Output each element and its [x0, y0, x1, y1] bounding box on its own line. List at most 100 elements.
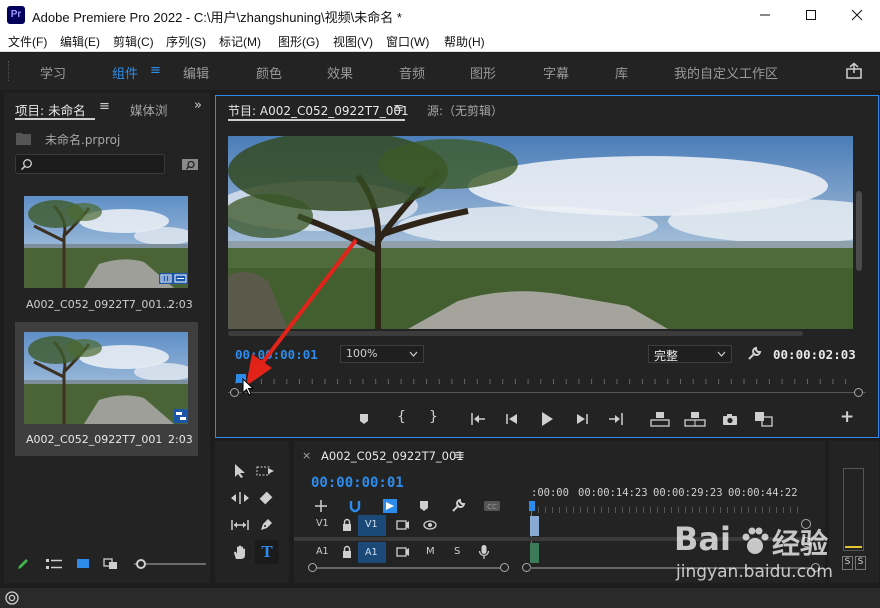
search-input[interactable] [15, 154, 165, 174]
workspace-editing[interactable]: 编辑 [183, 63, 209, 82]
linked-selection-icon[interactable] [382, 498, 398, 514]
freeform-view-icon[interactable] [103, 557, 123, 571]
track-select-tool[interactable] [255, 461, 277, 481]
type-tool[interactable]: T [255, 540, 279, 564]
mute-button[interactable]: M [426, 546, 435, 557]
workspace-menu-icon[interactable]: ≡ [150, 63, 161, 78]
solo-button[interactable]: S [454, 546, 460, 557]
creative-cloud-icon[interactable] [5, 591, 19, 605]
panel-menu-icon[interactable]: ≡ [99, 99, 110, 114]
nest-icon[interactable] [314, 499, 328, 513]
workspace-assembly[interactable]: 组件 [112, 63, 138, 82]
workspace-libraries[interactable]: 库 [615, 63, 628, 82]
tab-project[interactable]: 项目: 未命名 [15, 100, 86, 119]
video-clip[interactable] [530, 516, 539, 536]
pencil-icon[interactable] [15, 556, 31, 572]
lock-icon[interactable] [341, 518, 353, 532]
project-item-selected[interactable]: A002_C052_0922T7_001 2:03 [15, 322, 198, 456]
track-label: A1 [316, 546, 329, 557]
menu-file[interactable]: 文件(F) [8, 33, 47, 50]
menu-view[interactable]: 视图(V) [333, 33, 373, 50]
mark-out-icon[interactable]: } [429, 409, 438, 425]
menu-clip[interactable]: 剪辑(C) [113, 33, 154, 50]
step-back-icon[interactable] [505, 412, 519, 426]
tab-media-browser[interactable]: 媒体浏 [130, 100, 168, 119]
track-target-a1[interactable]: A1 [358, 542, 386, 563]
close-button[interactable] [834, 0, 880, 30]
ripple-edit-tool[interactable] [229, 488, 251, 508]
vertical-scrollbar[interactable] [856, 191, 862, 271]
pen-tool[interactable] [255, 515, 277, 535]
menu-help[interactable]: 帮助(H) [444, 33, 485, 50]
menu-edit[interactable]: 编辑(E) [60, 33, 100, 50]
drag-handle[interactable] [8, 61, 10, 81]
workspace-learn[interactable]: 学习 [40, 63, 66, 82]
workspace-audio[interactable]: 音频 [399, 63, 425, 82]
slip-tool[interactable] [229, 515, 251, 535]
minimize-button[interactable] [742, 0, 788, 30]
sequence-icon [176, 412, 186, 420]
close-tab-icon[interactable]: × [302, 449, 311, 462]
track-target-v1[interactable]: V1 [358, 515, 386, 536]
timeline-timecode[interactable]: 00:00:00:01 [311, 475, 404, 491]
scroll-handle-left[interactable] [308, 563, 317, 572]
menu-sequence[interactable]: 序列(S) [166, 33, 206, 50]
maximize-button[interactable] [788, 0, 834, 30]
more-panels-icon[interactable]: » [194, 98, 202, 113]
quality-select[interactable]: 完整 [648, 345, 732, 363]
hand-tool[interactable] [229, 542, 251, 562]
menu-graphics[interactable]: 图形(G) [278, 33, 319, 50]
marker-icon[interactable] [418, 499, 430, 513]
zoom-slider-handle[interactable] [136, 559, 146, 569]
tab-underline [15, 118, 95, 120]
share-icon[interactable] [845, 62, 863, 80]
hand-icon [234, 545, 245, 559]
go-to-out-icon[interactable] [608, 412, 624, 426]
tab-source[interactable]: 源:（无剪辑） [427, 102, 503, 119]
snap-icon[interactable] [348, 499, 362, 513]
timeline-ruler-ticks[interactable] [531, 507, 801, 513]
selection-tool[interactable] [229, 461, 251, 481]
eye-icon[interactable] [423, 519, 437, 531]
mark-in-icon[interactable]: { [397, 409, 406, 425]
timeline-scroll-left[interactable] [310, 567, 504, 569]
settings-wrench-icon[interactable] [450, 498, 466, 514]
workspace-captions[interactable]: 字幕 [543, 63, 569, 82]
scroll-handle-mid[interactable] [500, 563, 509, 572]
lift-icon[interactable] [650, 411, 670, 427]
zoom-bar-handle-right[interactable] [854, 388, 863, 397]
workspace-effects[interactable]: 效果 [327, 63, 353, 82]
panel-menu-icon[interactable]: ≡ [393, 101, 404, 116]
icon-view-icon[interactable] [75, 557, 91, 571]
workspace-color[interactable]: 颜色 [256, 63, 282, 82]
lock-icon[interactable] [341, 545, 353, 559]
comparison-view-icon[interactable] [754, 411, 774, 427]
menu-marker[interactable]: 标记(M) [219, 33, 261, 50]
add-button[interactable]: + [840, 407, 854, 427]
wrench-icon[interactable] [746, 346, 762, 362]
project-item[interactable]: A002_C052_0922T7_001... 2:03 [15, 187, 198, 319]
add-marker-icon[interactable] [358, 412, 370, 426]
tab-sequence[interactable]: A002_C052_0922T7_001 [321, 449, 464, 463]
sync-lock-icon[interactable] [396, 519, 410, 531]
audio-clip[interactable] [530, 543, 539, 563]
razor-tool[interactable] [255, 488, 277, 508]
camera-icon[interactable] [722, 412, 738, 426]
step-forward-icon[interactable] [575, 412, 589, 426]
sync-lock-icon[interactable] [396, 546, 410, 558]
captions-icon[interactable]: CC [483, 500, 501, 512]
zoom-slider[interactable] [134, 559, 206, 569]
find-bin-icon[interactable] [181, 156, 199, 172]
go-to-in-icon[interactable] [470, 412, 486, 426]
list-view-icon[interactable] [45, 557, 63, 571]
clip-type-badge [159, 273, 188, 284]
panel-menu-icon[interactable]: ≡ [454, 448, 465, 463]
tab-program[interactable]: 节目: A002_C052_0922T7_001 [228, 102, 409, 119]
menu-window[interactable]: 窗口(W) [386, 33, 429, 50]
microphone-icon[interactable] [478, 544, 490, 560]
play-icon[interactable] [539, 411, 555, 427]
extract-icon[interactable] [684, 411, 706, 427]
workspace-custom[interactable]: 我的自定义工作区 [674, 63, 778, 82]
workspace-graphics[interactable]: 图形 [470, 63, 496, 82]
timeline-playhead[interactable] [529, 501, 535, 511]
